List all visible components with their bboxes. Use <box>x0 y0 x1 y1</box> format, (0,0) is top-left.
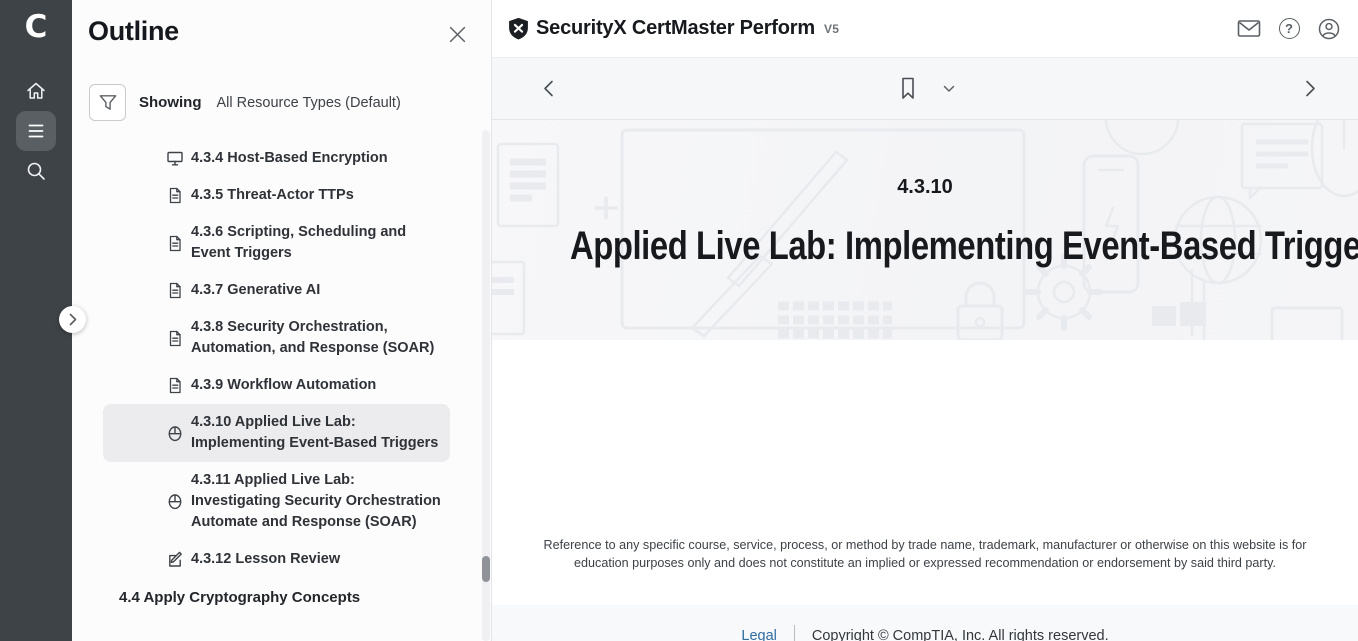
lesson-title: Applied Live Lab: Implementing Event-Bas… <box>570 224 1280 268</box>
certmaster-shield-icon <box>508 17 529 40</box>
list-item-4-3-12[interactable]: 4.3.12 Lesson Review <box>103 541 450 578</box>
home-button[interactable] <box>16 71 56 111</box>
document-icon <box>167 330 183 347</box>
mouse-icon <box>167 493 183 510</box>
document-icon <box>167 282 183 299</box>
messages-button[interactable] <box>1237 17 1261 41</box>
chevron-down-icon <box>943 85 955 93</box>
list-item-label: 4.3.7 Generative AI <box>191 280 442 301</box>
list-item-4-3-6[interactable]: 4.3.6 Scripting, Scheduling and Event Tr… <box>103 214 450 272</box>
list-item-4-3-9[interactable]: 4.3.9 Workflow Automation <box>103 367 450 404</box>
chevron-right-icon <box>1305 80 1316 97</box>
list-item-label: 4.3.6 Scripting, Scheduling and Event Tr… <box>191 222 442 264</box>
bookmark-button[interactable] <box>895 76 921 102</box>
list-item-4-3-4[interactable]: 4.3.4 Host-Based Encryption <box>103 140 450 177</box>
filter-button[interactable] <box>89 84 126 121</box>
lesson-paging-toolbar <box>492 58 1358 120</box>
home-icon <box>25 80 47 102</box>
lesson-number: 4.3.10 <box>492 176 1358 199</box>
previous-page-button[interactable] <box>535 76 561 102</box>
list-item-4-3-8[interactable]: 4.3.8 Security Orchestration, Automation… <box>103 309 450 367</box>
app-root: C <box>0 0 1358 641</box>
mouse-icon <box>167 425 183 442</box>
filter-row: Showing All Resource Types (Default) <box>89 84 401 121</box>
account-icon <box>1317 17 1341 41</box>
main-content: SecurityX CertMaster Perform v5 ? <box>492 0 1358 641</box>
filter-funnel-icon <box>98 93 118 112</box>
product-title: SecurityX CertMaster Perform <box>536 17 815 40</box>
outline-toggle-button[interactable] <box>16 111 56 151</box>
outline-panel: Outline Showing All Resource Types (Defa… <box>72 0 492 641</box>
comptia-logo: C <box>25 8 48 46</box>
filter-selected-value: All Resource Types (Default) <box>217 95 401 111</box>
bookmark-icon <box>900 77 916 100</box>
search-button[interactable] <box>16 151 56 191</box>
list-item-label: 4.3.9 Workflow Automation <box>191 375 442 396</box>
outline-scrollbar-thumb[interactable] <box>482 556 490 582</box>
help-icon: ? <box>1279 18 1300 39</box>
list-item-label: 4.3.4 Host-Based Encryption <box>191 148 442 169</box>
copyright-text: Copyright © CompTIA, Inc. All rights res… <box>812 628 1109 641</box>
chevron-right-icon <box>69 313 77 326</box>
account-button[interactable] <box>1317 17 1341 41</box>
outline-panel-title: Outline <box>88 16 179 47</box>
list-item-4-3-5[interactable]: 4.3.5 Threat-Actor TTPs <box>103 177 450 214</box>
envelope-icon <box>1237 19 1261 38</box>
chevron-left-icon <box>543 80 554 97</box>
list-item-4-3-7[interactable]: 4.3.7 Generative AI <box>103 272 450 309</box>
disclaimer-text: Reference to any specific course, servic… <box>530 537 1320 572</box>
search-icon <box>25 160 47 182</box>
document-icon <box>167 187 183 204</box>
list-item-4-3-10-selected[interactable]: 4.3.10 Applied Live Lab: Implementing Ev… <box>103 404 450 462</box>
app-header: SecurityX CertMaster Perform v5 ? <box>492 0 1358 58</box>
next-page-button[interactable] <box>1297 76 1323 102</box>
lesson-body: Reference to any specific course, servic… <box>492 340 1358 605</box>
filter-showing-label: Showing <box>139 94 202 111</box>
list-item-label: 4.3.10 Applied Live Lab: Implementing Ev… <box>191 412 442 454</box>
legal-link[interactable]: Legal <box>741 628 776 641</box>
help-button[interactable]: ? <box>1277 17 1301 41</box>
list-item-label: 4.3.12 Lesson Review <box>191 549 442 570</box>
outline-section-4-4[interactable]: 4.4 Apply Cryptography Concepts <box>119 587 450 609</box>
close-outline-button[interactable] <box>448 25 466 43</box>
close-icon <box>449 26 466 43</box>
header-actions: ? <box>1237 17 1341 41</box>
product-version: v5 <box>824 22 839 36</box>
monitor-icon <box>167 150 183 167</box>
outline-scrollbar-track[interactable] <box>482 130 490 641</box>
outline-list: 4.3.4 Host-Based Encryption 4.3.5 Threat… <box>72 140 491 609</box>
list-item-label: 4.3.8 Security Orchestration, Automation… <box>191 317 442 359</box>
edit-icon <box>167 551 183 568</box>
collapse-outline-button[interactable] <box>59 306 86 333</box>
list-item-label: 4.3.11 Applied Live Lab: Investigating S… <box>191 470 442 533</box>
document-icon <box>167 377 183 394</box>
page-footer: Legal Copyright © CompTIA, Inc. All righ… <box>492 605 1358 641</box>
bookmark-dropdown-button[interactable] <box>936 76 962 102</box>
outline-list-icon <box>26 122 46 140</box>
document-icon <box>167 235 183 252</box>
list-item-4-3-11[interactable]: 4.3.11 Applied Live Lab: Investigating S… <box>103 462 450 541</box>
footer-divider <box>794 625 795 641</box>
list-item-label: 4.3.5 Threat-Actor TTPs <box>191 185 442 206</box>
lesson-banner: 4.3.10 Applied Live Lab: Implementing Ev… <box>492 120 1358 340</box>
